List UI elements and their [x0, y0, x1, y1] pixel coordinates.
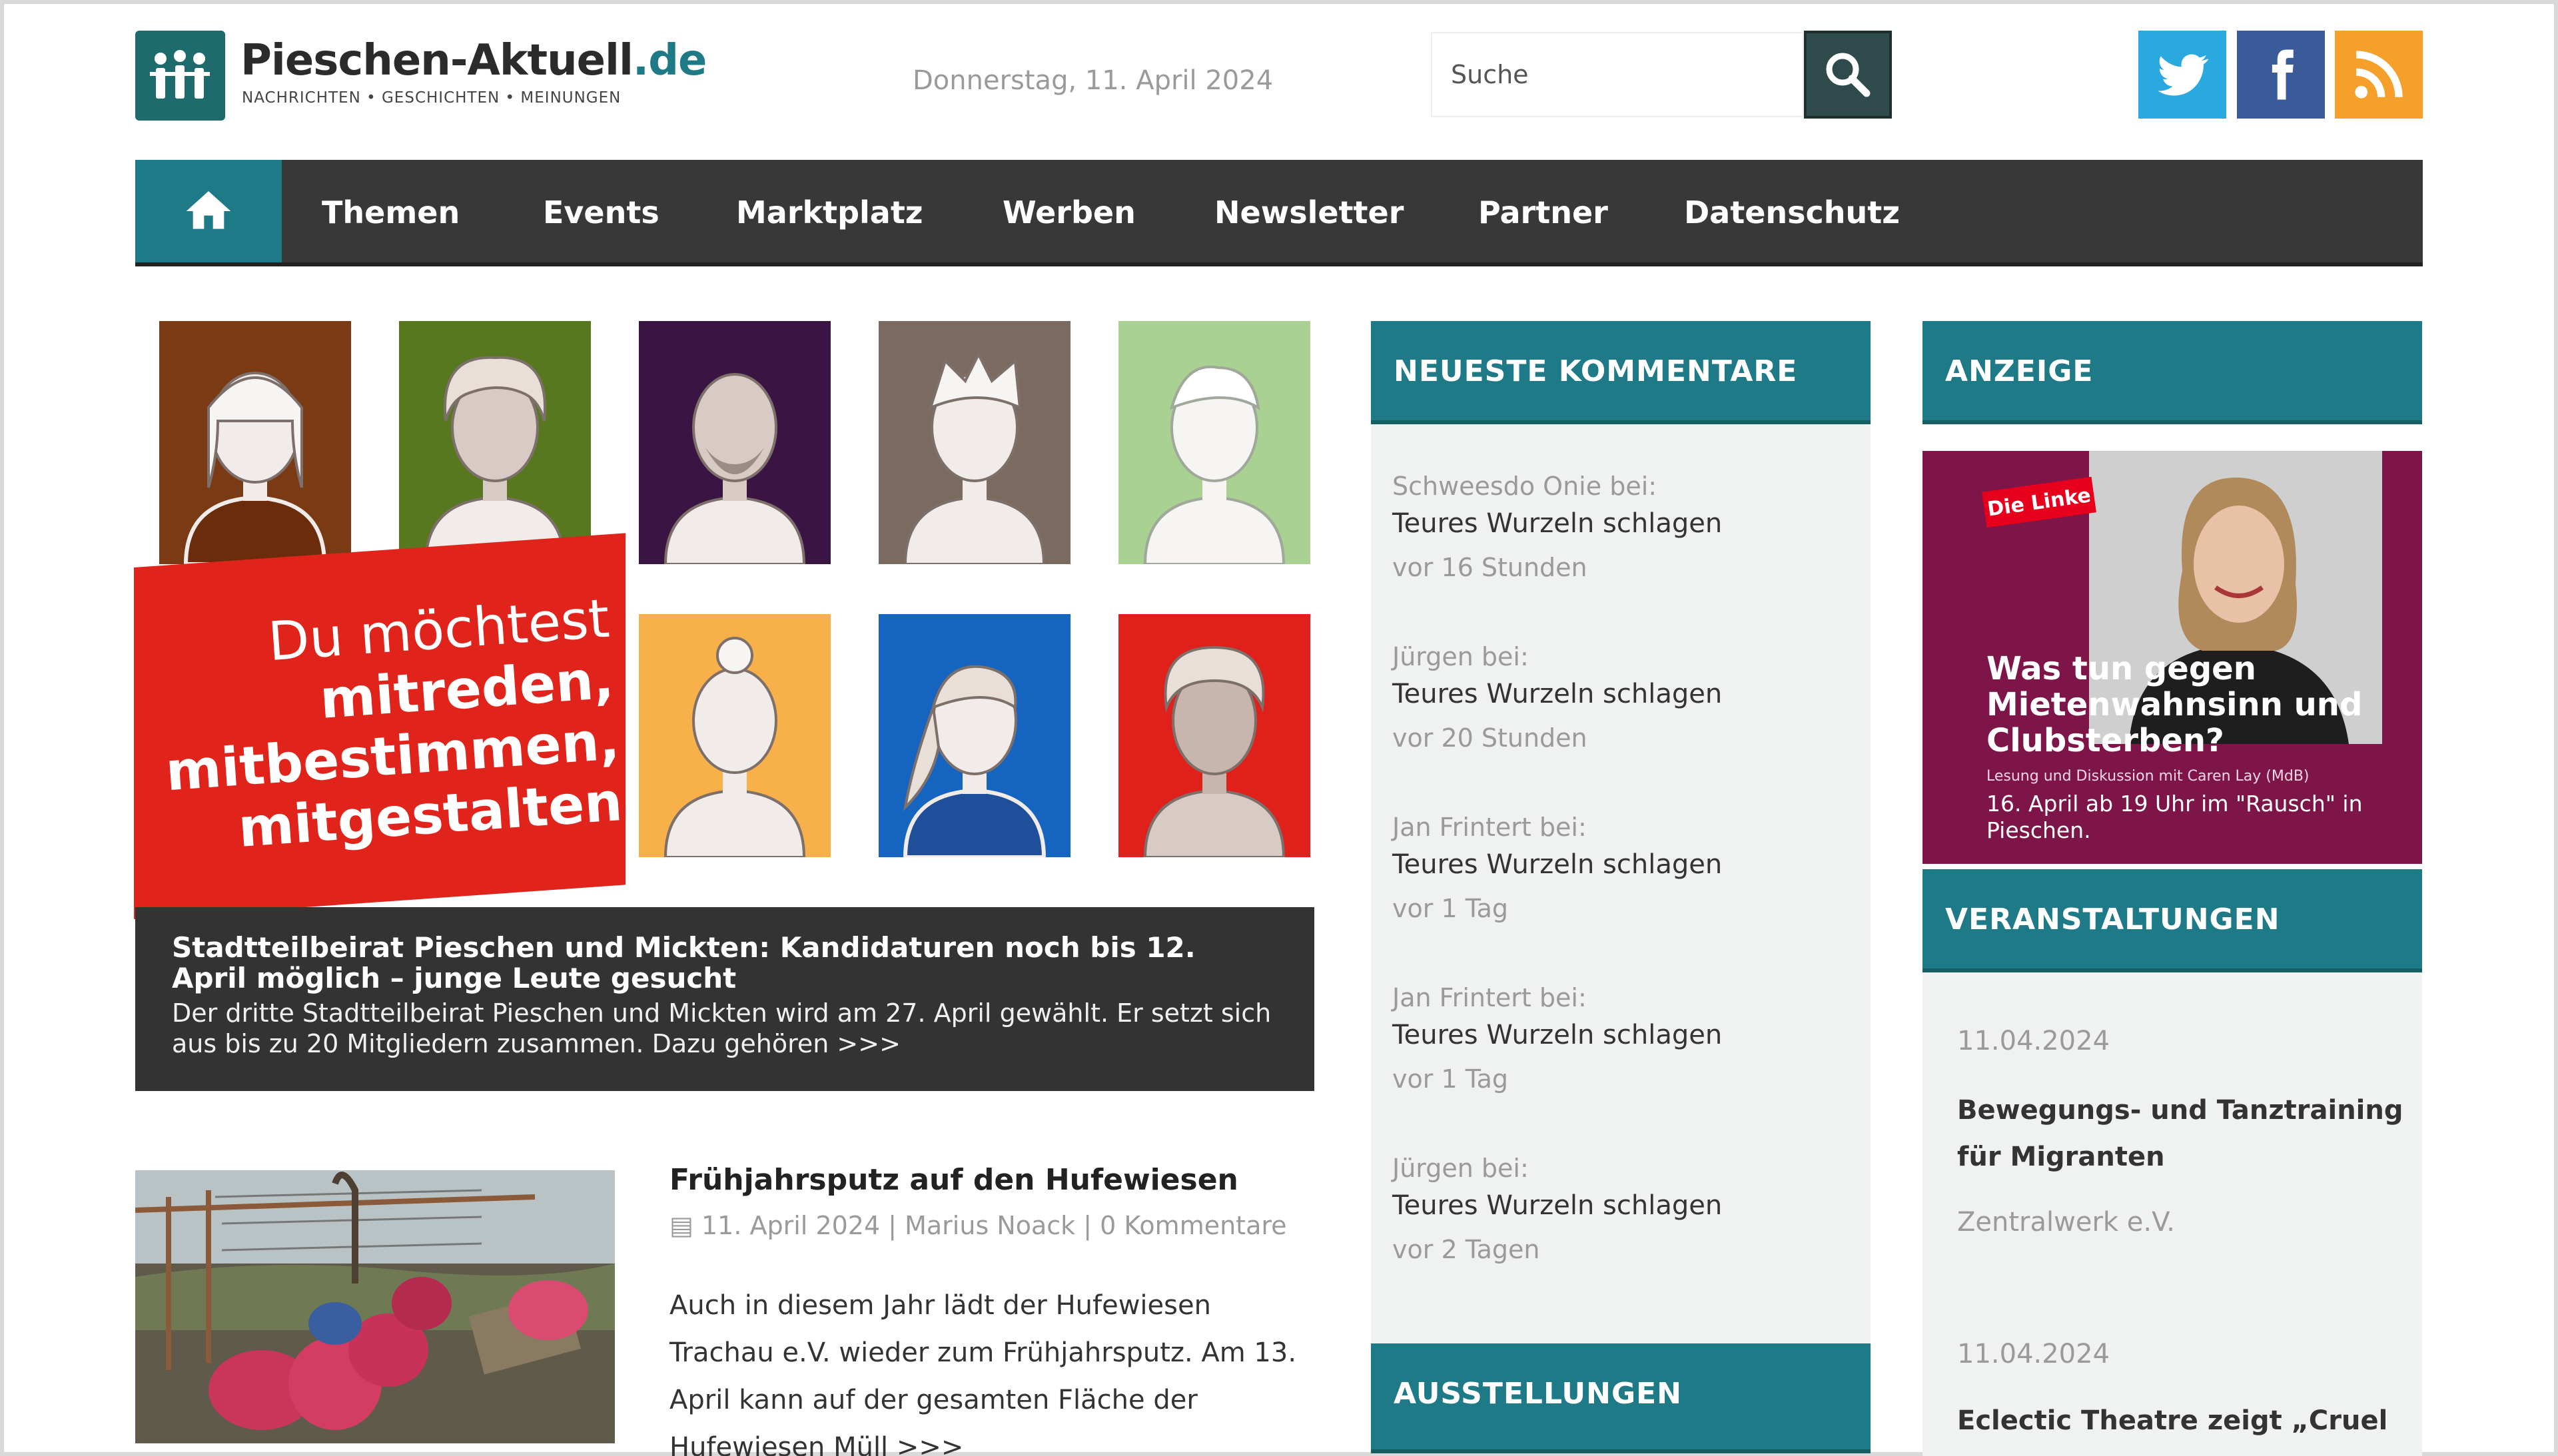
events-heading: VERANSTALTUNGEN [1922, 869, 2422, 972]
article-meta-text: 11. April 2024 | Marius Noack | 0 Kommen… [701, 1211, 1287, 1240]
event-organizer: Zentralwerk e.V. [1957, 1207, 2176, 1238]
comment-post-link[interactable]: Teures Wurzeln schlagen [1392, 672, 1859, 716]
comments-list: Schweesdo Onie bei: Teures Wurzeln schla… [1371, 424, 1871, 1343]
ad-event-info: 16. April ab 19 Uhr im "Rausch" in Piesc… [1986, 791, 2363, 843]
nav-home-button[interactable] [135, 160, 282, 262]
hero-teaser[interactable]: Du möchtest mitreden, mitbestimmen, mitg… [134, 313, 1314, 1091]
comment-author: Schweesdo Onie bei: [1392, 472, 1657, 501]
avatar-illustration [639, 321, 831, 564]
avatar-illustration [1118, 614, 1310, 857]
comments-heading: NEUESTE KOMMENTARE [1371, 321, 1871, 424]
search-button[interactable] [1804, 31, 1892, 119]
comment-author: Jan Frintert bei: [1392, 983, 1587, 1012]
main-navigation: Themen Events Marktplatz Werben Newslett… [135, 160, 2423, 266]
search-input[interactable] [1431, 32, 1804, 117]
twitter-icon [2158, 54, 2209, 96]
comment-author: Jürgen bei: [1392, 642, 1529, 671]
list-item: Schweesdo Onie bei: Teures Wurzeln schla… [1392, 471, 1859, 589]
comment-time: vor 20 Stunden [1392, 723, 1587, 753]
twitter-button[interactable] [2138, 31, 2226, 119]
nav-item-newsletter[interactable]: Newsletter [1214, 194, 1404, 230]
list-item: 11.04.2024 Eclectic Theatre zeigt „Cruel [1957, 1337, 2410, 1444]
avatar-illustration [639, 614, 831, 857]
rss-icon [2355, 51, 2403, 99]
article-image[interactable] [135, 1170, 615, 1443]
event-title-link[interactable]: Bewegungs- und Tanztraining für Migrante… [1957, 1087, 2410, 1180]
hero-slogan: Du möchtest mitreden, mitbestimmen, mitg… [155, 587, 624, 865]
events-list: 11.04.2024 Bewegungs- und Tanztraining f… [1922, 972, 2422, 1456]
hero-caption[interactable]: Stadtteilbeirat Pieschen und Mickten: Ka… [135, 907, 1314, 1091]
ad-headline: Was tun gegen Mietenwahnsinn und Clubste… [1986, 650, 2363, 759]
avatar-illustration [1118, 321, 1310, 564]
logo-title: Pieschen-Aktuell.de [240, 36, 707, 85]
event-date: 11.04.2024 [1957, 1026, 2110, 1056]
logo-subtitle: NACHRICHTEN • GESCHICHTEN • MEINUNGEN [242, 89, 622, 107]
comment-time: vor 1 Tag [1392, 894, 1509, 923]
avatar-illustration [879, 614, 1070, 857]
avatar-illustration [159, 321, 351, 564]
facebook-button[interactable] [2237, 31, 2325, 119]
list-item: Jürgen bei: Teures Wurzeln schlagen vor … [1392, 641, 1859, 760]
comment-time: vor 16 Stunden [1392, 553, 1587, 582]
nav-item-werben[interactable]: Werben [1003, 194, 1136, 230]
nav-item-datenschutz[interactable]: Datenschutz [1684, 194, 1900, 230]
comment-author: Jürgen bei: [1392, 1154, 1529, 1183]
comment-post-link[interactable]: Teures Wurzeln schlagen [1392, 843, 1859, 887]
advertisement-banner[interactable]: Die Linke Was tun gegen Mietenwahnsinn u… [1922, 451, 2422, 864]
article-title[interactable]: Frühjahrsputz auf den Hufewiesen [669, 1163, 1238, 1197]
nav-item-partner[interactable]: Partner [1478, 194, 1608, 230]
comment-post-link[interactable]: Teures Wurzeln schlagen [1392, 1013, 1859, 1057]
rss-button[interactable] [2335, 31, 2423, 119]
nav-item-themen[interactable]: Themen [322, 194, 460, 230]
nav-item-events[interactable]: Events [543, 194, 659, 230]
comment-time: vor 2 Tagen [1392, 1235, 1540, 1264]
logo-people-icon [135, 31, 225, 121]
comment-post-link[interactable]: Teures Wurzeln schlagen [1392, 502, 1859, 546]
list-item: Jan Frintert bei: Teures Wurzeln schlage… [1392, 812, 1859, 930]
article-excerpt: Auch in diesem Jahr lädt der Hufewiesen … [669, 1290, 1297, 1456]
list-item: Jan Frintert bei: Teures Wurzeln schlage… [1392, 982, 1859, 1101]
hero-caption-text: Der dritte Stadtteilbeirat Pieschen und … [172, 998, 1272, 1058]
event-date: 11.04.2024 [1957, 1339, 2110, 1369]
facebook-icon [2272, 49, 2294, 100]
list-item: 11.04.2024 Bewegungs- und Tanztraining f… [1957, 1024, 2410, 1239]
exhibitions-heading: AUSSTELLUNGEN [1371, 1343, 1871, 1453]
nav-item-marktplatz[interactable]: Marktplatz [736, 194, 923, 230]
hero-caption-title[interactable]: Stadtteilbeirat Pieschen und Mickten: Ka… [172, 932, 1278, 994]
list-item: Jürgen bei: Teures Wurzeln schlagen vor … [1392, 1153, 1859, 1272]
avatar-illustration [399, 321, 591, 564]
site-logo[interactable]: Pieschen-Aktuell.de NACHRICHTEN • GESCHI… [135, 31, 801, 121]
calendar-icon: ▤ [669, 1211, 693, 1240]
article-meta: ▤ 11. April 2024 | Marius Noack | 0 Komm… [669, 1211, 1287, 1240]
ad-party-logo: Die Linke [1982, 476, 2096, 528]
comment-post-link[interactable]: Teures Wurzeln schlagen [1392, 1184, 1859, 1228]
search-icon [1826, 53, 1871, 97]
comment-author: Jan Frintert bei: [1392, 813, 1587, 842]
avatar-illustration [879, 321, 1070, 564]
current-date: Donnerstag, 11. April 2024 [913, 65, 1274, 96]
ad-subline: Lesung und Diskussion mit Caren Lay (MdB… [1986, 768, 2310, 785]
home-icon [186, 191, 231, 229]
ad-heading: ANZEIGE [1922, 321, 2422, 424]
comment-time: vor 1 Tag [1392, 1064, 1509, 1094]
event-title-link[interactable]: Eclectic Theatre zeigt „Cruel [1957, 1397, 2410, 1444]
